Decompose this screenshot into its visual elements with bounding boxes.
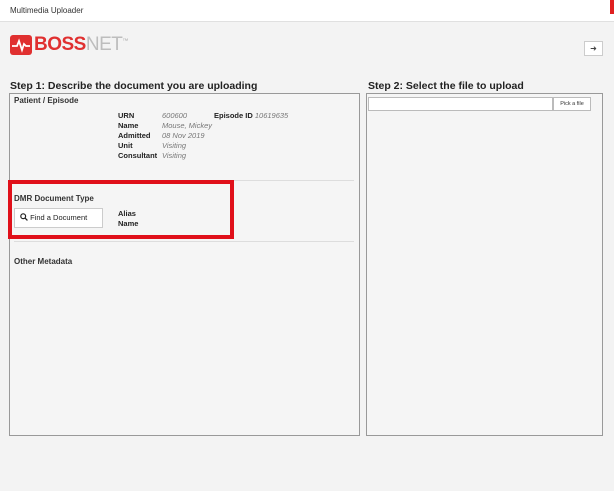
logo-text-net: NET xyxy=(85,34,123,55)
exit-icon: ➜ xyxy=(590,44,597,53)
section-divider xyxy=(14,241,354,242)
logo-text-main: BOSS xyxy=(34,34,86,55)
exit-button[interactable]: ➜ xyxy=(584,41,603,56)
pick-file-button[interactable]: Pick a file xyxy=(553,97,591,111)
urn-label: URN xyxy=(118,111,135,120)
dmr-highlight-box xyxy=(8,180,234,239)
urn-value: 600600 xyxy=(162,111,188,120)
patient-episode-label: Patient / Episode xyxy=(14,96,79,105)
other-metadata-label: Other Metadata xyxy=(14,257,73,266)
unit-row: Unit Visiting xyxy=(118,141,186,151)
heartbeat-logo-icon xyxy=(10,35,32,55)
admitted-value: 08 Nov 2019 xyxy=(162,131,205,140)
admitted-row: Admitted 08 Nov 2019 xyxy=(118,131,205,141)
logo-trademark: ™ xyxy=(122,38,128,45)
unit-value: Visiting xyxy=(162,141,187,150)
step2-panel xyxy=(366,93,603,436)
file-path-input[interactable] xyxy=(368,97,553,111)
unit-label: Unit xyxy=(118,141,133,150)
app-header: BOSSNET™ ➜ xyxy=(0,22,614,64)
name-row: Name Mouse, Mickey xyxy=(118,121,212,131)
window-titlebar: Multimedia Uploader xyxy=(0,0,614,22)
window-close-marker[interactable] xyxy=(610,0,614,14)
admitted-label: Admitted xyxy=(118,131,151,140)
name-value: Mouse, Mickey xyxy=(162,121,213,130)
consultant-label: Consultant xyxy=(118,151,158,160)
step2-title: Step 2: Select the file to upload xyxy=(368,80,524,92)
window-title: Multimedia Uploader xyxy=(10,6,84,15)
consultant-value: Visiting xyxy=(162,151,187,160)
urn-row: URN 600600 xyxy=(118,111,187,121)
step1-title: Step 1: Describe the document you are up… xyxy=(10,80,258,92)
episode-value: 10619635 xyxy=(254,111,289,120)
episode-row: Episode ID 10619635 xyxy=(214,111,288,121)
consultant-row: Consultant Visiting xyxy=(118,151,186,161)
bossnet-logo: BOSSNET™ xyxy=(10,34,128,56)
name-label: Name xyxy=(118,121,139,130)
episode-label: Episode ID xyxy=(214,111,253,120)
